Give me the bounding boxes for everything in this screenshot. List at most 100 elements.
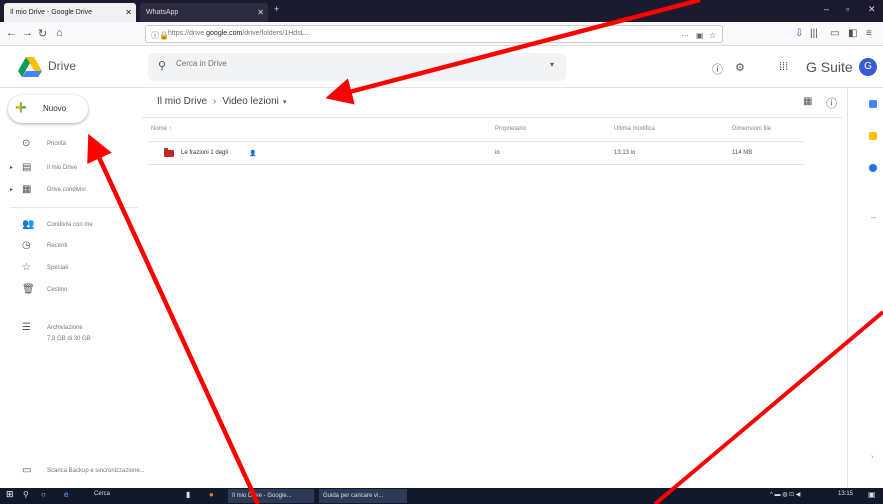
search-box[interactable]: ⚲ ▾ [148,53,566,81]
my-drive-icon: ▤ [22,162,32,173]
sidebar-item-priority[interactable]: ⊙ Priorità [0,134,140,154]
plus-icon: + [15,97,27,119]
breadcrumb-current[interactable]: Video lezioni [222,96,279,107]
new-button[interactable]: + Nuovo [8,95,88,123]
taskbar-app-drive[interactable]: Il mio Drive - Google... [228,489,314,503]
people-icon: 👤 [249,151,257,157]
shared-with-me-icon: 👥 [22,219,35,230]
sidebar-item-starred[interactable]: ☆ Speciali [0,258,140,278]
notifications-icon[interactable]: ▣ [868,490,876,499]
menu-icon[interactable]: ≡ [866,28,872,39]
sidebar-item-trash[interactable]: 🗑 Cestino [0,280,140,300]
sidebar-divider [10,207,138,208]
breadcrumb-root[interactable]: Il mio Drive [157,96,207,107]
file-size: 114 MB [732,150,753,156]
grid-view-icon[interactable]: ▦ [803,96,812,107]
close-window-button[interactable]: ✕ [868,4,876,15]
shared-drives-icon: ▦ [22,184,32,195]
storage-used-text: 7,8 GB di 30 GB [47,336,91,342]
calendar-icon[interactable] [869,100,877,108]
table-row[interactable]: Le frazioni 1 degli 👤 io 13:13 io 114 MB [148,142,804,165]
drive-logo-icon[interactable] [18,57,42,77]
download-icon[interactable]: ⇩ [795,28,803,39]
trash-icon: 🗑 [22,284,35,295]
avatar[interactable]: G [859,58,877,76]
url-prefix: https://drive. [168,30,207,37]
file-modified: 13:13 io [614,150,636,156]
chevron-right-icon[interactable]: › [871,452,874,461]
windows-start-icon[interactable]: ⊞ [6,489,14,500]
url-domain: google.com [206,30,243,37]
info-icon[interactable]: ⓘ [151,28,159,42]
apps-grid-icon[interactable]: ⁞⁞⁞ [779,61,788,73]
search-options-icon[interactable]: ▾ [550,60,554,69]
add-addon-icon[interactable]: – [871,212,876,222]
keep-icon[interactable] [869,132,877,140]
pocket-icon[interactable]: ▣ [696,28,704,42]
sidebar-item-storage[interactable]: ☰ Archiviazione [0,318,140,338]
close-icon[interactable]: ✕ [125,3,132,22]
forward-icon[interactable]: → [22,27,33,39]
chevron-down-icon[interactable]: ▾ [283,99,287,106]
sidebar-item-shared-drives[interactable]: ▸ ▦ Drive condivisi [0,180,140,200]
sidebar-item-label: Drive condivisi [47,187,86,193]
search-icon[interactable]: ⚲ [158,59,166,72]
sidebar-item-shared-with-me[interactable]: 👥 Condivisi con me [0,215,140,235]
expand-arrow-icon[interactable]: ▸ [10,164,13,171]
side-panel-divider [847,88,848,488]
sidebar-item-backup-sync[interactable]: ▭ Scarica Backup e sincronizzazione... [0,461,150,481]
tab-drive-label: Il mio Drive - Google Drive [10,9,93,16]
edge-icon[interactable]: e [64,490,68,499]
browser-tab-bar: Il mio Drive - Google Drive ✕ WhatsApp ✕… [0,0,883,22]
reload-icon[interactable]: ↻ [38,27,47,40]
sidebar-item-my-drive[interactable]: ▸ ▤ Il mio Drive [0,158,140,178]
priority-icon: ⊙ [22,138,31,149]
sidebar-item-label: Priorità [47,141,67,147]
taskbar-app-guide[interactable]: Guida per caricare vi... [319,489,407,503]
file-explorer-icon[interactable]: ▮ [186,490,190,499]
sidebar-item-label: Il mio Drive [47,165,78,171]
url-bar[interactable]: ⓘ 🔒 https://drive.google.com/drive/folde… [145,25,723,43]
firefox-icon[interactable]: ● [209,490,214,499]
more-icon[interactable]: ··· [681,28,689,42]
column-header-name[interactable]: Nome ↑ [151,126,172,132]
new-button-label: Nuovo [43,104,67,113]
home-icon[interactable]: ⌂ [56,27,63,39]
sidebar-item-label: Archiviazione [47,325,83,331]
sidebar-item-label: Condivisi con me [47,222,93,228]
back-icon[interactable]: ← [6,27,17,39]
task-view-icon[interactable]: ○ [41,490,46,499]
extension-icon[interactable]: ◧ [848,28,857,39]
storage-icon: ☰ [22,322,31,333]
bookmark-star-icon[interactable]: ☆ [709,28,716,42]
library-icon[interactable]: ||| [810,28,818,39]
expand-arrow-icon[interactable]: ▸ [10,186,13,193]
drive-logo-text: Drive [48,59,77,73]
new-tab-button[interactable]: + [274,4,279,14]
minimize-button[interactable]: – [824,4,829,14]
gear-icon[interactable]: ⚙ [735,61,745,74]
folder-icon [164,148,174,157]
tab-whatsapp-label: WhatsApp [146,9,179,16]
search-input[interactable] [176,59,536,68]
details-icon[interactable]: ⓘ [826,95,837,111]
search-icon[interactable]: ⚲ [23,490,29,499]
system-tray-icons[interactable]: ^ ▬ ◍ ⊡ ◀ [770,491,800,498]
os-taskbar: ⊞ ⚲ ○ e Cerca ▮ ● Il mio Drive - Google.… [0,488,883,504]
starred-icon: ☆ [22,262,31,273]
file-name: Le frazioni 1 degli [181,150,229,156]
sidebar-item-recent[interactable]: ◷ Recenti [0,236,140,256]
maximize-button[interactable]: ▫ [846,4,849,14]
annotation-line-right [653,310,883,504]
close-icon[interactable]: ✕ [257,3,264,22]
gsuite-brand: G Suite [806,59,853,75]
tasks-icon[interactable] [869,164,877,172]
sidebar-icon[interactable]: ▭ [830,28,839,39]
help-icon[interactable]: ⓘ [712,61,723,77]
tab-whatsapp[interactable]: WhatsApp ✕ [140,3,268,22]
file-owner: io [495,150,500,156]
breadcrumb: Il mio Drive › Video lezioni ▾ [157,96,286,107]
computer-icon: ▭ [22,465,32,476]
taskbar-search-label[interactable]: Cerca [94,491,110,497]
tab-drive[interactable]: Il mio Drive - Google Drive ✕ [4,3,136,22]
